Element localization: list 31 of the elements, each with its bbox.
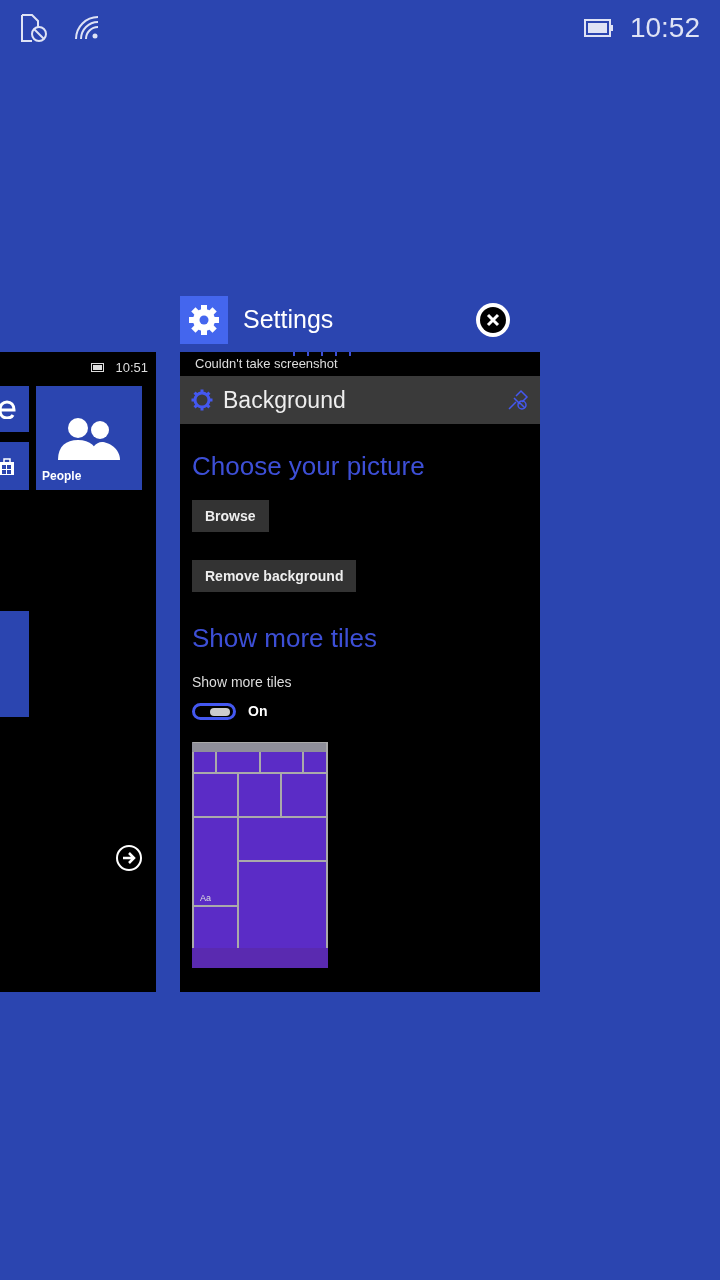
toggle-state: On (248, 702, 268, 721)
app-tile[interactable] (0, 611, 29, 717)
action-button[interactable]: Remove background (192, 560, 357, 592)
section-heading: Show more tiles (192, 622, 377, 654)
browser-icon (0, 399, 16, 419)
arrow-right-icon[interactable] (115, 844, 143, 872)
people-tile[interactable]: People (36, 386, 142, 490)
no-sim-icon (20, 13, 48, 43)
start-layout-preview: Aa (192, 742, 328, 968)
battery-icon (583, 19, 614, 37)
gear-icon (191, 389, 213, 411)
section-heading: Choose your picture (192, 450, 425, 482)
page-title: Background (223, 385, 346, 415)
setting-label: Show more tiles (192, 673, 292, 692)
store-tile[interactable] (0, 442, 29, 490)
browser-tile[interactable] (0, 386, 29, 432)
battery-icon (91, 363, 106, 373)
gear-icon (187, 303, 221, 337)
close-button[interactable] (476, 303, 510, 337)
settings-card[interactable]: Couldn't take screenshot Background Choose your picture Browse Remove background Show more tiles Show more tiles On Aa (180, 352, 540, 992)
card-clock: 10:51 (115, 359, 148, 377)
start-screen-card[interactable]: 10:51 People (0, 352, 156, 992)
people-icon (58, 416, 120, 460)
action-button[interactable]: Browse (192, 500, 269, 532)
app-title: Settings (243, 304, 334, 336)
tile-label: People (42, 468, 82, 485)
toggle-switch[interactable] (192, 703, 236, 720)
notice-text: Couldn't take screenshot (195, 355, 338, 374)
clock-time: 10:52 (629, 11, 700, 45)
store-bag-icon (0, 457, 14, 475)
wifi-icon (74, 15, 100, 41)
